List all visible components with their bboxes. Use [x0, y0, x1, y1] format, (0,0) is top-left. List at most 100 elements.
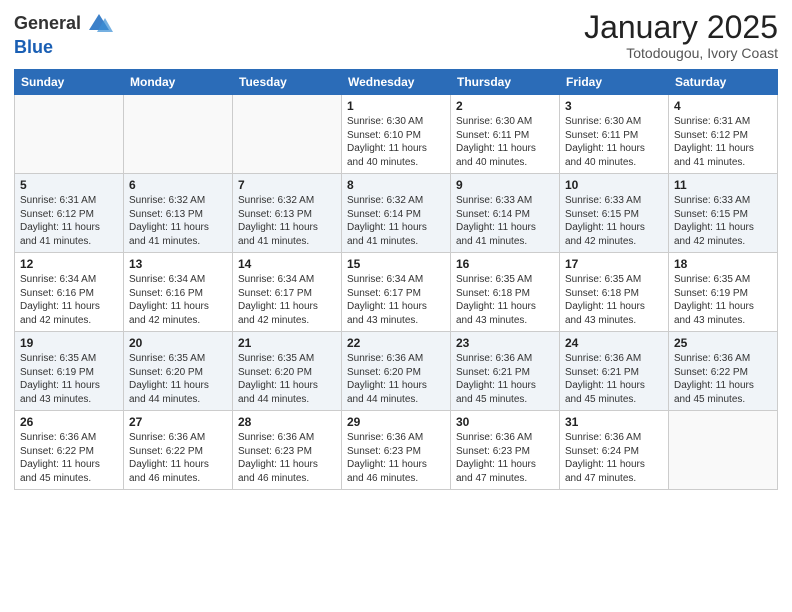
day-number: 8	[347, 178, 445, 192]
day-info: Sunrise: 6:31 AM Sunset: 6:12 PM Dayligh…	[674, 115, 772, 169]
week-row-1: 1 Sunrise: 6:30 AM Sunset: 6:10 PM Daylig…	[15, 95, 778, 174]
day-info: Sunrise: 6:35 AM Sunset: 6:20 PM Dayligh…	[129, 352, 227, 406]
day-info: Sunrise: 6:35 AM Sunset: 6:18 PM Dayligh…	[565, 273, 663, 327]
day-number: 26	[20, 415, 118, 429]
week-row-5: 26 Sunrise: 6:36 AM Sunset: 6:22 PM Dayli…	[15, 411, 778, 490]
day-info: Sunrise: 6:36 AM Sunset: 6:21 PM Dayligh…	[456, 352, 554, 406]
day-info: Sunrise: 6:31 AM Sunset: 6:12 PM Dayligh…	[20, 194, 118, 248]
calendar-cell: 23 Sunrise: 6:36 AM Sunset: 6:21 PM Dayli…	[451, 332, 560, 411]
day-number: 22	[347, 336, 445, 350]
day-number: 7	[238, 178, 336, 192]
calendar-cell: 21Sunrise: 6:35 AM Sunset: 6:20 PM Dayli…	[233, 332, 342, 411]
day-info: Sunrise: 6:35 AM Sunset: 6:18 PM Dayligh…	[456, 273, 554, 327]
calendar-cell	[124, 95, 233, 174]
day-number: 9	[456, 178, 554, 192]
title-month: January 2025	[584, 10, 778, 45]
logo-blue-text: Blue	[14, 37, 53, 57]
calendar-cell: 6Sunrise: 6:32 AM Sunset: 6:13 PM Daylig…	[124, 174, 233, 253]
day-info: Sunrise: 6:35 AM Sunset: 6:19 PM Dayligh…	[20, 352, 118, 406]
calendar-cell: 29 Sunrise: 6:36 AM Sunset: 6:23 PM Dayli…	[342, 411, 451, 490]
calendar-cell: 7Sunrise: 6:32 AM Sunset: 6:13 PM Daylig…	[233, 174, 342, 253]
day-number: 23	[456, 336, 554, 350]
week-row-2: 5 Sunrise: 6:31 AM Sunset: 6:12 PM Daylig…	[15, 174, 778, 253]
calendar-cell: 3 Sunrise: 6:30 AM Sunset: 6:11 PM Daylig…	[560, 95, 669, 174]
calendar-cell: 15 Sunrise: 6:34 AM Sunset: 6:17 PM Dayli…	[342, 253, 451, 332]
calendar-cell: 18 Sunrise: 6:35 AM Sunset: 6:19 PM Dayli…	[669, 253, 778, 332]
day-info: Sunrise: 6:36 AM Sunset: 6:23 PM Dayligh…	[238, 431, 336, 485]
calendar-cell: 9 Sunrise: 6:33 AM Sunset: 6:14 PM Daylig…	[451, 174, 560, 253]
day-number: 31	[565, 415, 663, 429]
calendar-cell: 5 Sunrise: 6:31 AM Sunset: 6:12 PM Daylig…	[15, 174, 124, 253]
day-info: Sunrise: 6:36 AM Sunset: 6:22 PM Dayligh…	[129, 431, 227, 485]
day-number: 2	[456, 99, 554, 113]
week-row-4: 19 Sunrise: 6:35 AM Sunset: 6:19 PM Dayli…	[15, 332, 778, 411]
day-number: 25	[674, 336, 772, 350]
day-info: Sunrise: 6:34 AM Sunset: 6:16 PM Dayligh…	[20, 273, 118, 327]
calendar-cell: 14Sunrise: 6:34 AM Sunset: 6:17 PM Dayli…	[233, 253, 342, 332]
day-number: 18	[674, 257, 772, 271]
day-number: 4	[674, 99, 772, 113]
col-header-monday: Monday	[124, 70, 233, 95]
day-info: Sunrise: 6:33 AM Sunset: 6:15 PM Dayligh…	[674, 194, 772, 248]
day-info: Sunrise: 6:36 AM Sunset: 6:23 PM Dayligh…	[347, 431, 445, 485]
header-row: SundayMondayTuesdayWednesdayThursdayFrid…	[15, 70, 778, 95]
calendar-cell: 22 Sunrise: 6:36 AM Sunset: 6:20 PM Dayli…	[342, 332, 451, 411]
calendar-cell: 19 Sunrise: 6:35 AM Sunset: 6:19 PM Dayli…	[15, 332, 124, 411]
day-info: Sunrise: 6:34 AM Sunset: 6:17 PM Dayligh…	[347, 273, 445, 327]
col-header-thursday: Thursday	[451, 70, 560, 95]
col-header-wednesday: Wednesday	[342, 70, 451, 95]
calendar-cell: 27Sunrise: 6:36 AM Sunset: 6:22 PM Dayli…	[124, 411, 233, 490]
day-info: Sunrise: 6:36 AM Sunset: 6:22 PM Dayligh…	[20, 431, 118, 485]
calendar-cell	[233, 95, 342, 174]
calendar-cell: 26 Sunrise: 6:36 AM Sunset: 6:22 PM Dayli…	[15, 411, 124, 490]
day-info: Sunrise: 6:35 AM Sunset: 6:19 PM Dayligh…	[674, 273, 772, 327]
day-info: Sunrise: 6:32 AM Sunset: 6:14 PM Dayligh…	[347, 194, 445, 248]
calendar-cell: 24 Sunrise: 6:36 AM Sunset: 6:21 PM Dayli…	[560, 332, 669, 411]
day-number: 12	[20, 257, 118, 271]
day-info: Sunrise: 6:30 AM Sunset: 6:10 PM Dayligh…	[347, 115, 445, 169]
day-info: Sunrise: 6:33 AM Sunset: 6:14 PM Dayligh…	[456, 194, 554, 248]
day-number: 1	[347, 99, 445, 113]
day-number: 29	[347, 415, 445, 429]
calendar-cell: 12 Sunrise: 6:34 AM Sunset: 6:16 PM Dayli…	[15, 253, 124, 332]
day-number: 20	[129, 336, 227, 350]
day-info: Sunrise: 6:30 AM Sunset: 6:11 PM Dayligh…	[565, 115, 663, 169]
day-number: 3	[565, 99, 663, 113]
calendar-cell: 13 Sunrise: 6:34 AM Sunset: 6:16 PM Dayli…	[124, 253, 233, 332]
day-number: 11	[674, 178, 772, 192]
calendar-cell: 4 Sunrise: 6:31 AM Sunset: 6:12 PM Daylig…	[669, 95, 778, 174]
calendar-cell	[669, 411, 778, 490]
day-number: 10	[565, 178, 663, 192]
day-info: Sunrise: 6:34 AM Sunset: 6:17 PM Dayligh…	[238, 273, 336, 327]
title-location: Totodougou, Ivory Coast	[584, 45, 778, 61]
title-block: January 2025 Totodougou, Ivory Coast	[584, 10, 778, 61]
calendar-cell: 30Sunrise: 6:36 AM Sunset: 6:23 PM Dayli…	[451, 411, 560, 490]
calendar-cell: 11 Sunrise: 6:33 AM Sunset: 6:15 PM Dayli…	[669, 174, 778, 253]
day-number: 5	[20, 178, 118, 192]
calendar-cell: 1 Sunrise: 6:30 AM Sunset: 6:10 PM Daylig…	[342, 95, 451, 174]
calendar-cell: 8 Sunrise: 6:32 AM Sunset: 6:14 PM Daylig…	[342, 174, 451, 253]
day-info: Sunrise: 6:35 AM Sunset: 6:20 PM Dayligh…	[238, 352, 336, 406]
day-info: Sunrise: 6:36 AM Sunset: 6:21 PM Dayligh…	[565, 352, 663, 406]
day-number: 6	[129, 178, 227, 192]
day-number: 16	[456, 257, 554, 271]
logo: General Blue	[14, 10, 113, 58]
week-row-3: 12 Sunrise: 6:34 AM Sunset: 6:16 PM Dayli…	[15, 253, 778, 332]
day-number: 24	[565, 336, 663, 350]
day-info: Sunrise: 6:36 AM Sunset: 6:20 PM Dayligh…	[347, 352, 445, 406]
col-header-saturday: Saturday	[669, 70, 778, 95]
day-number: 15	[347, 257, 445, 271]
day-number: 19	[20, 336, 118, 350]
calendar-cell	[15, 95, 124, 174]
logo-icon	[85, 10, 113, 38]
day-info: Sunrise: 6:34 AM Sunset: 6:16 PM Dayligh…	[129, 273, 227, 327]
page: General Blue January 2025 Totodougou, Iv…	[0, 0, 792, 612]
calendar-cell: 20 Sunrise: 6:35 AM Sunset: 6:20 PM Dayli…	[124, 332, 233, 411]
day-info: Sunrise: 6:36 AM Sunset: 6:24 PM Dayligh…	[565, 431, 663, 485]
calendar-cell: 17Sunrise: 6:35 AM Sunset: 6:18 PM Dayli…	[560, 253, 669, 332]
calendar-cell: 10Sunrise: 6:33 AM Sunset: 6:15 PM Dayli…	[560, 174, 669, 253]
day-number: 13	[129, 257, 227, 271]
logo-general-text: General	[14, 14, 81, 34]
calendar-cell: 16 Sunrise: 6:35 AM Sunset: 6:18 PM Dayli…	[451, 253, 560, 332]
col-header-friday: Friday	[560, 70, 669, 95]
